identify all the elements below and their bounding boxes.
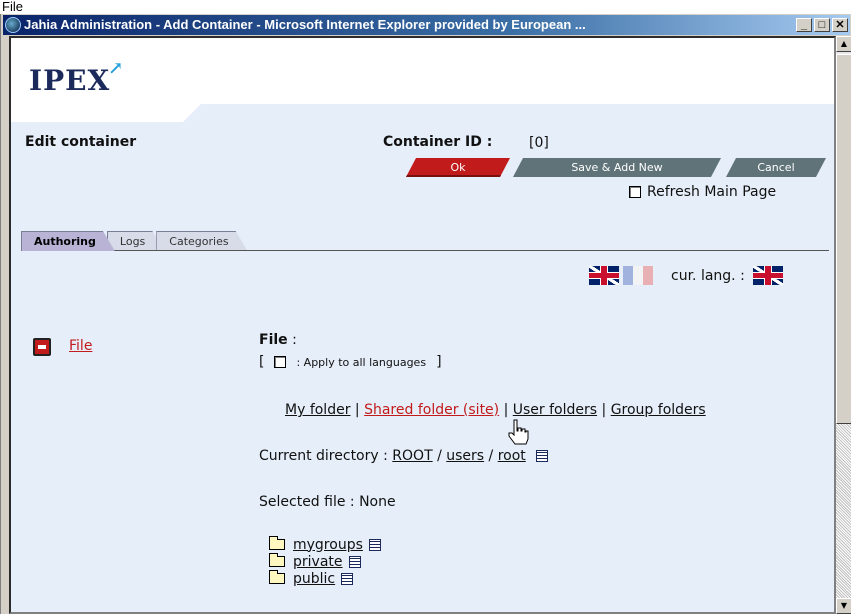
ipex-logo: IPEX ↗ [29, 58, 123, 97]
french-flag-icon[interactable] [623, 266, 653, 285]
container-id-value: [0] [529, 135, 549, 151]
hand-cursor-icon [508, 419, 529, 445]
user-folders-link[interactable]: User folders [513, 402, 597, 418]
tab-categories[interactable]: Categories [156, 231, 247, 251]
list-item: private [269, 553, 381, 570]
refresh-label: Refresh Main Page [647, 184, 777, 200]
minimize-button[interactable]: _ [796, 18, 812, 32]
page-title: Edit container [25, 134, 137, 150]
vertical-scrollbar[interactable]: ▲ ▼ [836, 36, 851, 614]
field-status-icon [33, 338, 51, 356]
folder-icon [269, 570, 285, 584]
scroll-track[interactable] [836, 424, 851, 598]
group-folders-link[interactable]: Group folders [611, 402, 706, 418]
close-button[interactable]: ✕ [832, 18, 848, 32]
folder-link-mygroups[interactable]: mygroups [293, 537, 363, 553]
folder-icon [269, 553, 285, 567]
logo-arrow-icon: ↗ [108, 58, 125, 79]
path-separator: / [437, 448, 442, 464]
cancel-button[interactable]: Cancel [726, 158, 826, 177]
selected-file: Selected file : None [259, 494, 396, 510]
uk-flag-icon[interactable] [589, 266, 619, 285]
scroll-up-icon[interactable]: ▲ [836, 36, 851, 52]
scroll-down-icon[interactable]: ▼ [836, 598, 851, 614]
separator: | [601, 402, 607, 418]
my-folder-link[interactable]: My folder [285, 402, 350, 418]
separator: | [503, 402, 509, 418]
container-id-label: Container ID : [383, 134, 493, 150]
top-label: File [0, 0, 851, 14]
save-add-new-button[interactable]: Save & Add New [513, 158, 721, 177]
list-item: mygroups [269, 536, 381, 553]
folder-details-icon[interactable] [341, 572, 354, 585]
ie-icon [5, 17, 21, 33]
browser-window: Jahia Administration - Add Container - M… [0, 14, 851, 614]
current-directory-label: Current directory : [259, 448, 388, 464]
refresh-main-page: Refresh Main Page [629, 184, 776, 200]
title-bar[interactable]: Jahia Administration - Add Container - M… [3, 15, 850, 35]
folder-icon [269, 536, 285, 550]
maximize-button[interactable]: □ [814, 18, 830, 32]
language-switcher: cur. lang. : [589, 266, 783, 285]
file-field-colon: : [287, 332, 297, 348]
root-link[interactable]: ROOT [392, 448, 432, 464]
separator: | [354, 402, 360, 418]
tab-authoring[interactable]: Authoring [21, 231, 115, 251]
bracket-close: ] [436, 354, 442, 370]
apply-all-label: : Apply to all languages [296, 355, 427, 369]
folder-list: mygroups private public [269, 536, 381, 587]
path-separator: / [488, 448, 494, 464]
panel-notch [181, 104, 834, 124]
window-title: Jahia Administration - Add Container - M… [24, 17, 586, 32]
current-directory: Current directory : ROOT / users / root [259, 448, 549, 464]
shared-folder-link[interactable]: Shared folder (site) [364, 402, 499, 418]
folder-link-public[interactable]: public [293, 571, 335, 587]
file-field-title: File [259, 332, 288, 348]
current-language-flag-icon [752, 266, 783, 285]
current-language-label: cur. lang. : [671, 267, 745, 284]
tab-bar: Authoring Logs Categories [21, 231, 240, 251]
refresh-checkbox[interactable] [629, 186, 641, 198]
tab-underline [21, 250, 829, 251]
logo-text: IPEX [29, 64, 111, 97]
folder-navigation: My folder | Shared folder (site) | User … [285, 402, 706, 418]
apply-all-checkbox[interactable] [274, 356, 287, 368]
tab-logs[interactable]: Logs [107, 231, 164, 251]
file-field-label: File : [259, 332, 297, 348]
field-file-link[interactable]: File [69, 338, 92, 354]
directory-details-icon[interactable] [536, 450, 549, 462]
folder-details-icon[interactable] [368, 538, 381, 551]
bracket-open: [ [259, 354, 265, 370]
scroll-thumb[interactable] [836, 54, 851, 424]
users-link[interactable]: users [446, 448, 484, 464]
list-item: public [269, 570, 381, 587]
page-content: IPEX ↗ Edit container Container ID : [0]… [9, 36, 836, 614]
folder-details-icon[interactable] [348, 555, 361, 568]
folder-link-private[interactable]: private [293, 554, 343, 570]
root-user-link[interactable]: root [498, 448, 526, 464]
apply-all-languages: [ : Apply to all languages ] [259, 354, 442, 370]
ok-button[interactable]: Ok [406, 158, 510, 177]
